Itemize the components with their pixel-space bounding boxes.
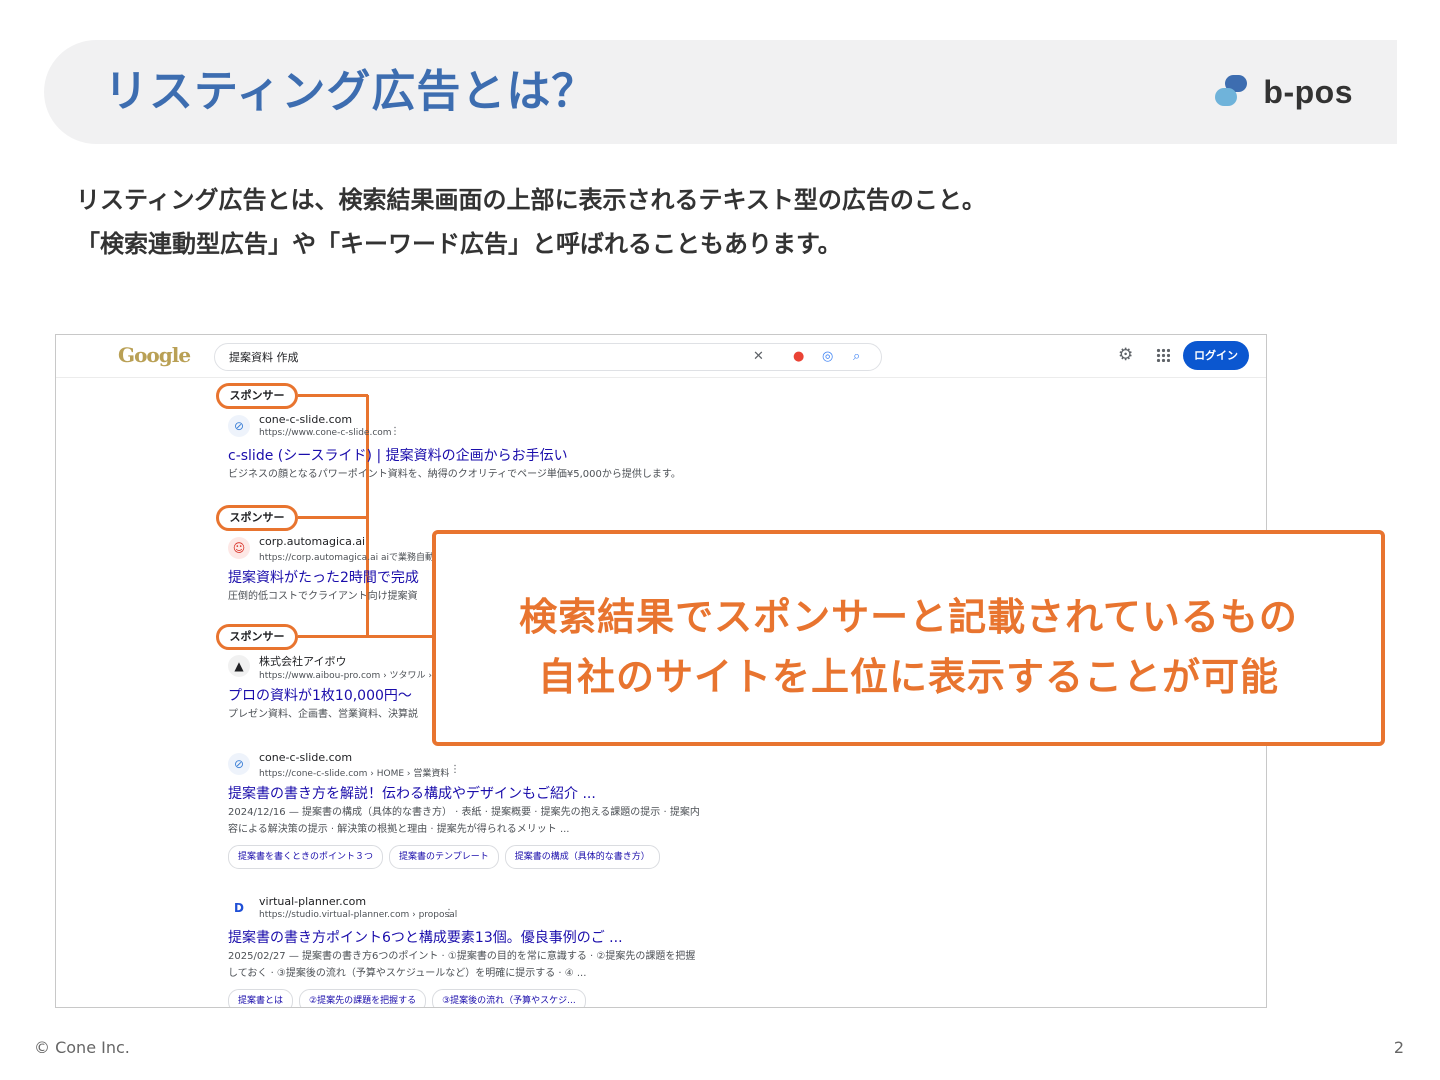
result-description: ビジネスの顔となるパワーポイント資料を、納得のクオリティでページ単価¥5,000…: [228, 469, 681, 480]
result-url: https://studio.virtual-planner.com › pro…: [259, 910, 458, 920]
apps-grid-icon[interactable]: [1156, 348, 1170, 362]
page-number: 2: [1393, 1038, 1404, 1057]
result-site: 株式会社アイボウ: [259, 655, 347, 668]
site-favicon-icon: ⊘: [228, 415, 250, 437]
result-title-link[interactable]: c-slide (シースライド) | 提案資料の企画からお手伝い: [228, 445, 568, 465]
result-description: 圧倒的低コストでクライアント向け提案資: [228, 591, 418, 602]
site-favicon-icon: ▲: [228, 655, 250, 677]
callout-line-2: 自社のサイトを上位に表示することが可能: [537, 655, 1279, 699]
header-band: リスティング広告とは？ b-pos: [44, 40, 1397, 144]
result-url: https://cone-c-slide.com › HOME › 営業資料: [259, 769, 450, 779]
camera-lens-icon[interactable]: ◎: [822, 347, 833, 367]
copyright: © Cone Inc.: [34, 1038, 130, 1057]
search-query[interactable]: 提案資料 作成: [229, 349, 299, 365]
microphone-icon[interactable]: ●: [793, 347, 804, 367]
related-chip[interactable]: 提案書のテンプレート: [389, 845, 499, 869]
result-title-link[interactable]: 提案書の書き方を解説！伝わる構成やデザインもご紹介 ...: [228, 783, 596, 803]
intro-line-2: 「検索連動型広告」や「キーワード広告」と呼ばれることもあります。: [76, 230, 842, 258]
result-title-link[interactable]: 提案資料がたった2時間で完成: [228, 567, 419, 587]
result-description: プレゼン資料、企画書、営業資料、決算説: [228, 709, 418, 720]
result-title-link[interactable]: 提案書の書き方ポイント6つと構成要素13個。優良事例のご ...: [228, 927, 623, 947]
connector-line: [298, 635, 438, 638]
result-site: virtual-planner.com: [259, 895, 367, 908]
result-site: cone-c-slide.com: [259, 413, 353, 426]
result-site: cone-c-slide.com: [259, 751, 353, 764]
result-url: https://www.cone-c-slide.com: [259, 428, 392, 438]
site-favicon-icon: D: [228, 897, 250, 919]
sponsor-label-2: スポンサー: [216, 505, 298, 531]
brand-logo: b-pos: [1215, 72, 1353, 112]
search-logo[interactable]: Google: [118, 343, 191, 367]
intro-text: リスティング広告とは、検索結果画面の上部に表示されるテキスト型の広告のこと。 「…: [76, 178, 986, 266]
result-title-link[interactable]: プロの資料が1枚10,000円〜: [228, 685, 412, 705]
brand-mark-icon: [1215, 75, 1249, 109]
related-chips: 提案書を書くときのポイント３つ 提案書のテンプレート 提案書の構成（具体的な書き…: [228, 845, 660, 869]
result-site: corp.automagica.ai: [259, 535, 366, 548]
more-options-icon[interactable]: ⋮: [390, 426, 400, 437]
result-description: 2024/12/16 — 提案書の構成（具体的な書き方） · 表紙 · 提案概要…: [228, 807, 700, 835]
callout-line-1: 検索結果でスポンサーと記載されているもの: [519, 595, 1298, 639]
settings-icon[interactable]: ⚙: [1118, 345, 1133, 365]
sponsor-label-3: スポンサー: [216, 624, 298, 650]
more-options-icon[interactable]: ⋮: [444, 908, 454, 919]
result-url: https://www.aibou-pro.com › ツタワル › 資: [259, 671, 444, 681]
related-chip[interactable]: ③提案後の流れ（予算やスケジ...: [432, 989, 586, 1007]
search-icon[interactable]: ⌕: [853, 347, 860, 367]
page-title: リスティング広告とは？: [104, 66, 597, 117]
callout-box: 検索結果でスポンサーと記載されているもの 自社のサイトを上位に表示することが可能: [432, 530, 1385, 746]
result-url: https://corp.automagica.ai aiで業務自動化: [259, 553, 443, 563]
site-favicon-icon: ⊘: [228, 753, 250, 775]
search-topbar: Google 提案資料 作成 ✕ ● ◎ ⌕ ⚙ ログイン: [56, 335, 1266, 378]
clear-icon[interactable]: ✕: [753, 347, 764, 367]
connector-line: [298, 394, 368, 397]
connector-line: [298, 516, 368, 519]
result-description: 2025/02/27 — 提案書の書き方6つのポイント · ①提案書の目的を常に…: [228, 951, 696, 979]
login-button[interactable]: ログイン: [1183, 341, 1249, 370]
site-favicon-icon: ☺: [228, 537, 250, 559]
sponsor-label-1: スポンサー: [216, 383, 298, 409]
related-chips: 提案書とは ②提案先の課題を把握する ③提案後の流れ（予算やスケジ...: [228, 989, 586, 1007]
intro-line-1: リスティング広告とは、検索結果画面の上部に表示されるテキスト型の広告のこと。: [76, 186, 986, 214]
related-chip[interactable]: 提案書の構成（具体的な書き方）: [504, 845, 660, 869]
related-chip[interactable]: 提案書とは: [228, 989, 294, 1007]
brand-name: b-pos: [1263, 73, 1353, 110]
more-options-icon[interactable]: ⋮: [450, 764, 460, 775]
related-chip[interactable]: ②提案先の課題を把握する: [299, 989, 427, 1007]
search-box[interactable]: 提案資料 作成 ✕ ● ◎ ⌕: [214, 343, 882, 371]
related-chip[interactable]: 提案書を書くときのポイント３つ: [228, 845, 384, 869]
